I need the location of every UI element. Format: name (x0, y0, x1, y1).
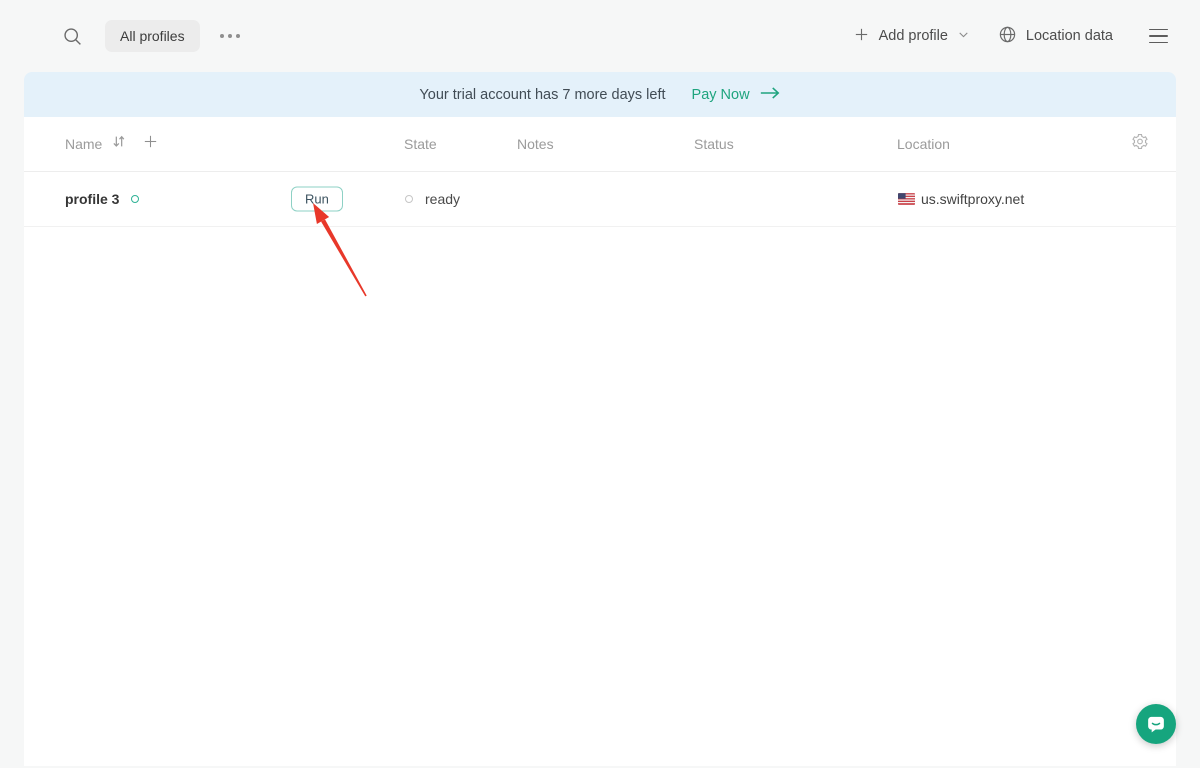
profiles-app: All profiles Add profile Location data Y… (0, 0, 1200, 768)
profile-name: profile 3 (65, 191, 120, 207)
sort-icon[interactable] (111, 134, 127, 155)
state-dot-icon (405, 195, 413, 203)
menu-icon[interactable] (1147, 25, 1170, 48)
more-tabs-icon[interactable] (216, 26, 244, 46)
trial-banner: Your trial account has 7 more days left … (24, 72, 1176, 117)
chat-bubble-smile-icon (1148, 716, 1164, 733)
chevron-down-icon (957, 28, 970, 45)
add-column-icon[interactable] (142, 133, 159, 155)
top-bar: All profiles Add profile Location data (0, 0, 1200, 72)
location-data-label: Location data (1025, 28, 1113, 44)
globe-icon (998, 25, 1017, 48)
tab-all-profiles[interactable]: All profiles (105, 20, 200, 52)
plus-icon (853, 26, 870, 47)
profile-status-dot-icon (131, 195, 139, 203)
table-row[interactable]: profile 3 Run ready us.swiftproxy.net (24, 172, 1176, 227)
pay-now-label: Pay Now (691, 86, 750, 103)
add-profile-label: Add profile (878, 28, 948, 44)
column-header-status[interactable]: Status (694, 136, 734, 152)
add-profile-button[interactable]: Add profile (853, 26, 970, 47)
search-icon[interactable] (62, 26, 83, 47)
state-value: ready (425, 191, 461, 207)
us-flag-icon (898, 193, 915, 205)
column-header-notes[interactable]: Notes (517, 136, 554, 152)
column-header-state[interactable]: State (404, 136, 437, 152)
main-area: Your trial account has 7 more days left … (24, 72, 1176, 766)
column-header-name[interactable]: Name (65, 136, 102, 152)
table-header-row: Name State Notes Status Location (24, 117, 1176, 172)
proxy-location: us.swiftproxy.net (921, 191, 1025, 207)
location-data-button[interactable]: Location data (998, 25, 1113, 48)
trial-message: Your trial account has 7 more days left (419, 86, 666, 103)
profiles-table: Name State Notes Status Location profile… (24, 117, 1176, 766)
chat-widget-button[interactable] (1136, 704, 1176, 744)
arrow-right-icon (759, 86, 781, 104)
run-button[interactable]: Run (291, 186, 343, 212)
pay-now-link[interactable]: Pay Now (692, 86, 781, 104)
gear-icon[interactable] (1131, 133, 1149, 156)
column-header-location[interactable]: Location (897, 136, 950, 152)
